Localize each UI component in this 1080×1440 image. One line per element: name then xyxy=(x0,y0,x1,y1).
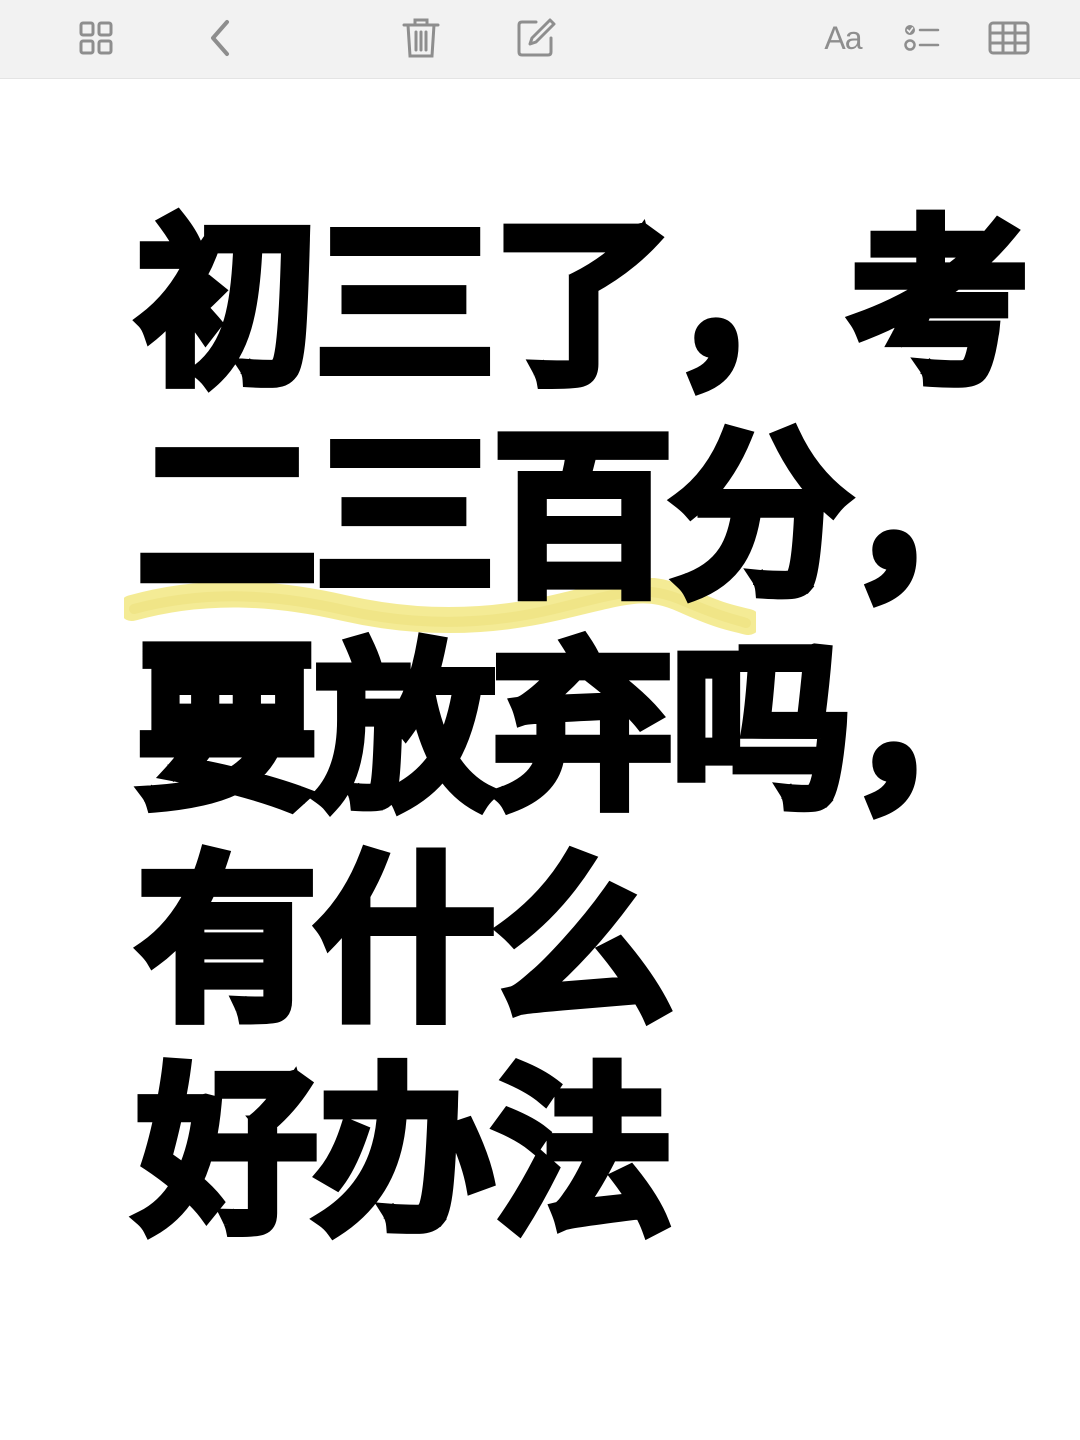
note-line-1: 初三了，考 xyxy=(133,197,1033,414)
note-line-5: 好办法 xyxy=(133,1045,677,1262)
text-format-icon[interactable]: Aa xyxy=(816,14,870,62)
table-icon[interactable] xyxy=(985,14,1033,62)
note-content[interactable]: 初三了，考 二三百分， 要放弃吗， 有什么 好办法 xyxy=(133,197,1033,1262)
chevron-left-icon[interactable] xyxy=(196,14,244,62)
checklist-icon[interactable] xyxy=(898,14,946,62)
note-line-4: 有什么 xyxy=(133,833,677,1050)
note-line-3: 要放弃吗， xyxy=(133,621,1033,838)
grid-view-icon[interactable] xyxy=(72,14,120,62)
note-line-2: 二三百分， xyxy=(133,409,1033,626)
format-label: Aa xyxy=(824,20,862,56)
note-toolbar: Aa xyxy=(0,0,1080,79)
trash-icon[interactable] xyxy=(397,14,445,62)
compose-icon[interactable] xyxy=(512,14,560,62)
